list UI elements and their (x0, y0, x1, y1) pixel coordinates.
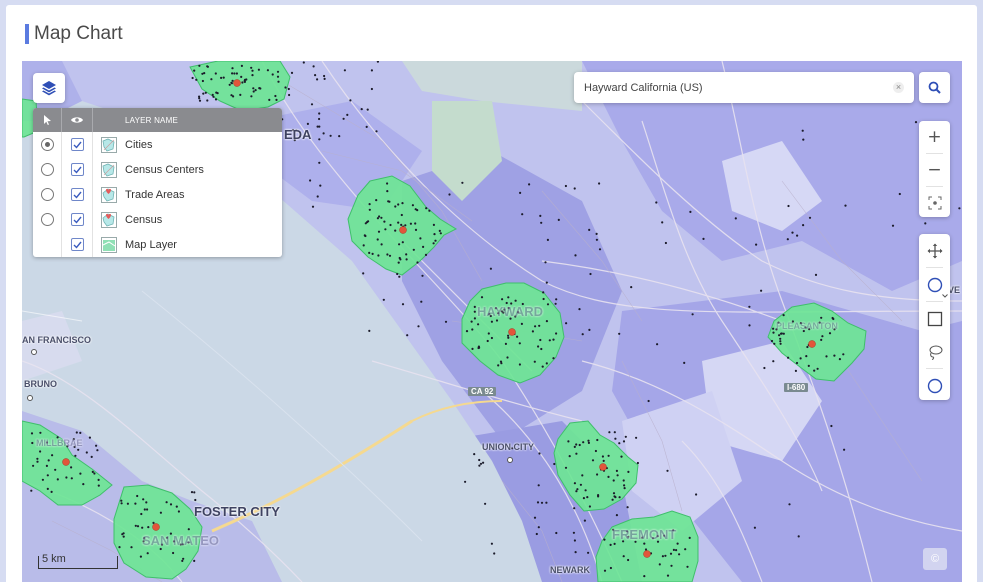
layer-name: Trade Areas (125, 188, 185, 201)
layer-visibility-cell (62, 157, 93, 182)
title-accent-bar (25, 24, 29, 44)
map-layer-icon (101, 236, 117, 253)
layers-toggle-button[interactable] (33, 73, 65, 103)
layer-select-radio[interactable] (40, 163, 54, 176)
page-title-text: Map Chart (34, 23, 123, 44)
layer-visibility-cell (62, 182, 93, 207)
map-label-newark: NEWARK (550, 565, 590, 575)
search-input[interactable] (584, 81, 884, 94)
search-box: × (574, 72, 914, 103)
search-button[interactable] (919, 72, 950, 103)
layer-row[interactable]: Map Layer (33, 232, 282, 257)
map-label-foster-city: FOSTER CITY (194, 504, 280, 519)
layer-select-cell (33, 132, 62, 157)
layer-select-cell (33, 157, 62, 182)
layer-row[interactable]: Census (33, 207, 282, 232)
map-label-pleasanton: PLEASANTON (776, 321, 838, 331)
layer-name: Census (125, 213, 163, 226)
polygon-layer-icon (101, 161, 117, 178)
layer-select-cell (33, 182, 62, 207)
circle-icon (927, 277, 942, 292)
zoom-out-button[interactable]: − (919, 154, 950, 186)
layer-select-radio[interactable] (40, 213, 54, 226)
lasso-icon (929, 345, 942, 360)
layer-name-column-header: LAYER NAME (125, 115, 178, 125)
eye-icon (71, 117, 83, 123)
lasso-select-button[interactable] (919, 335, 950, 368)
map-label-fremont: FREMONT (612, 527, 677, 542)
map-label-bruno: BRUNO (24, 379, 57, 389)
pan-tool-button[interactable] (919, 234, 950, 267)
layer-visibility-checkbox[interactable] (70, 238, 84, 251)
layer-visibility-checkbox[interactable] (70, 163, 84, 176)
scale-label: 5 km (42, 553, 66, 565)
layer-name: Map Layer (125, 238, 177, 251)
rectangle-icon (927, 311, 942, 326)
zoom-controls: + − (919, 121, 950, 217)
layers-icon (42, 81, 56, 96)
circle-select-button[interactable] (919, 268, 950, 301)
layer-name: Cities (125, 138, 153, 151)
layer-select-cell (33, 207, 62, 232)
heart-polygon-icon (101, 211, 117, 228)
cursor-arrow-icon (43, 115, 51, 125)
fit-extent-icon (928, 196, 941, 210)
fit-extent-button[interactable] (919, 187, 950, 219)
layer-panel-header: LAYER NAME (33, 108, 282, 132)
page-title: Map Chart (25, 23, 123, 45)
layer-select-cell (33, 232, 62, 257)
move-icon (927, 243, 942, 258)
layer-visibility-checkbox[interactable] (70, 138, 84, 151)
layer-name: Census Centers (125, 163, 204, 176)
clear-search-icon[interactable]: × (893, 82, 904, 93)
layer-select-radio[interactable] (40, 188, 54, 201)
map-label-san-mateo: SAN MATEO (142, 533, 220, 548)
radius-select-button[interactable] (919, 369, 950, 402)
layer-list: Cities Census Centers Trade Areas Census Map… (33, 132, 282, 257)
zoom-in-button[interactable]: + (919, 121, 950, 153)
chevron-down-icon (942, 294, 948, 298)
rectangle-select-button[interactable] (919, 302, 950, 335)
layer-visibility-checkbox[interactable] (70, 188, 84, 201)
map-label-hayward: HAYWARD (477, 304, 543, 319)
visibility-column-header (62, 108, 93, 132)
select-column-header (33, 108, 62, 132)
layer-row[interactable]: Census Centers (33, 157, 282, 182)
draw-tools (919, 234, 950, 400)
layer-visibility-cell (62, 132, 93, 157)
search-icon (928, 81, 941, 94)
map-canvas[interactable]: EDA HAYWARD AN FRANCISCO BRUNO MILLBRAE … (22, 61, 962, 582)
layer-panel: LAYER NAME Cities Census Centers Trade Are… (33, 108, 282, 257)
map-label-union-city: UNION CITY (482, 442, 535, 452)
map-label-alameda: EDA (284, 127, 312, 142)
layer-row[interactable]: Trade Areas (33, 182, 282, 207)
attribution-button[interactable]: © (923, 548, 947, 570)
circle-outline-icon (927, 378, 942, 393)
road-shield-ca92: CA 92 (468, 387, 497, 396)
layer-select-radio[interactable] (40, 138, 54, 151)
map-label-san-francisco: AN FRANCISCO (22, 335, 91, 345)
layer-visibility-checkbox[interactable] (70, 213, 84, 226)
heart-polygon-icon (101, 186, 117, 203)
layer-row[interactable]: Cities (33, 132, 282, 157)
map-label-millbrae: MILLBRAE (36, 438, 83, 448)
scale-bar: 5 km (38, 553, 118, 569)
road-shield-i680: I-680 (784, 383, 809, 392)
polygon-layer-icon (101, 136, 117, 153)
layer-visibility-cell (62, 232, 93, 257)
layer-visibility-cell (62, 207, 93, 232)
